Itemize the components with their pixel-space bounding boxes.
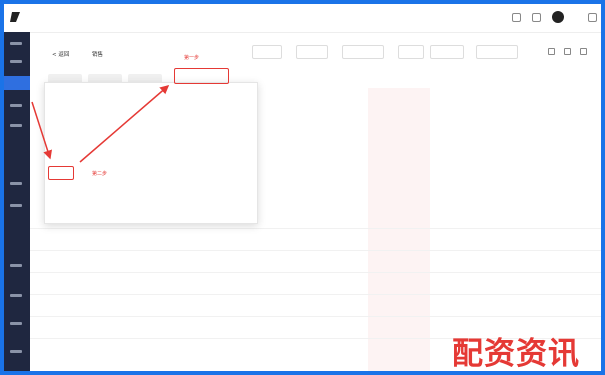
app-window: < 返回 销售 第一步 第二步 配资资讯 [4,4,601,371]
watermark: 配资资讯 [452,336,580,371]
arrow-to-column-setting [79,85,170,163]
arrow-to-menu-item [31,101,52,160]
annotation-arrows [31,85,170,163]
